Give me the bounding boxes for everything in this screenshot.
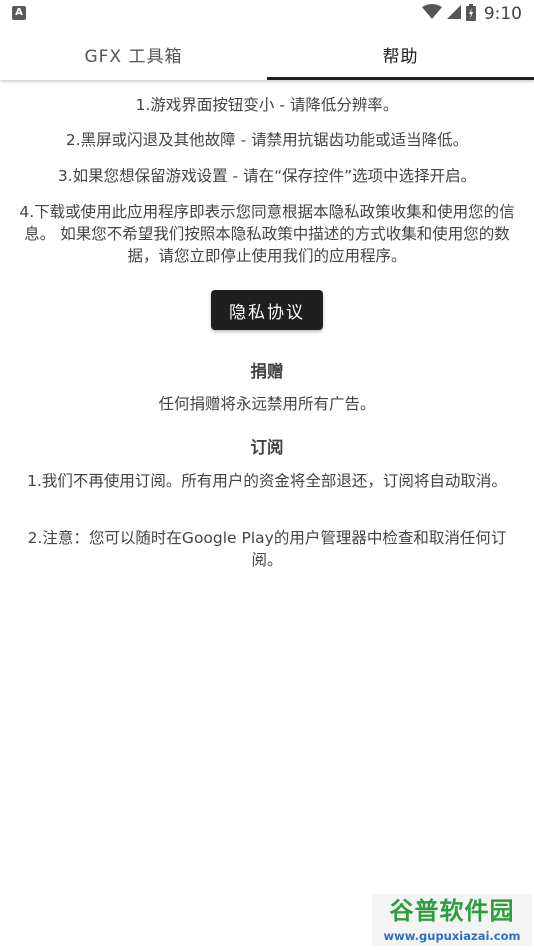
tab-gfx-toolbox[interactable]: GFX 工具箱 [0, 28, 267, 80]
tab-bar: GFX 工具箱 帮助 [0, 28, 534, 80]
subscription-heading: 订阅 [250, 438, 284, 457]
status-time: 9:10 [483, 4, 522, 24]
donate-heading: 捐赠 [250, 362, 284, 381]
tab-label: 帮助 [382, 46, 419, 67]
watermark: 谷普软件园 www.gupuxiazai.com [372, 894, 532, 946]
battery-icon [465, 3, 476, 25]
signal-icon [446, 4, 462, 24]
subscription-item: 1.我们不再使用订阅。所有用户的资金将全部退还，订阅将自动取消。 [27, 472, 507, 490]
subscription-item: 2.注意：您可以随时在Google Play的用户管理器中检查和取消任何订阅。 [27, 529, 507, 569]
help-item: 1.游戏界面按钮变小 - 请降低分辨率。 [135, 96, 399, 114]
tab-help[interactable]: 帮助 [267, 28, 534, 80]
watermark-url: www.gupuxiazai.com [383, 929, 521, 943]
donate-text: 任何捐赠将永远禁用所有广告。 [158, 395, 376, 413]
watermark-title: 谷普软件园 [389, 897, 515, 925]
status-bar: A 9:10 [0, 0, 534, 28]
privacy-policy-button[interactable]: 隐私协议 [211, 290, 323, 330]
notification-icon: A [12, 6, 26, 20]
wifi-icon [421, 4, 442, 24]
tab-label: GFX 工具箱 [84, 46, 183, 67]
help-item: 3.如果您想保留游戏设置 - 请在“保存控件”选项中选择开启。 [57, 167, 477, 185]
status-icons: 9:10 [421, 3, 522, 25]
help-item: 4.下载或使用此应用程序即表示您同意根据本隐私政策收集和使用您的信息。 如果您不… [19, 203, 515, 265]
help-item: 2.黑屏或闪退及其他故障 - 请禁用抗锯齿功能或适当降低。 [65, 131, 469, 149]
tab-indicator [267, 77, 534, 80]
